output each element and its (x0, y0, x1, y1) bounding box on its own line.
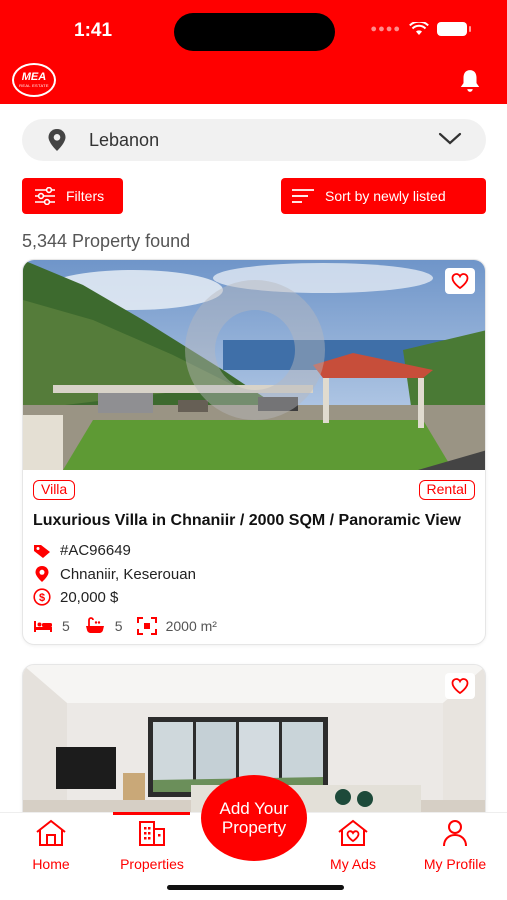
logo-text: MEA (21, 71, 47, 83)
nav-my-profile[interactable]: My Profile (410, 819, 500, 872)
nav-my-profile-label: My Profile (423, 856, 487, 872)
sliders-icon (35, 187, 55, 205)
deal-type-badge: Rental (418, 480, 475, 500)
property-price: $ 20,000 $ (33, 588, 118, 606)
app-header: 1:41 ●●●● MEA REAL ESTATE (0, 0, 507, 104)
fab-line-2: Property (221, 818, 287, 837)
status-time: 1:41 (74, 20, 113, 41)
location-label: Lebanon (89, 129, 160, 150)
nav-properties-label: Properties (120, 856, 184, 872)
bathrooms-value: 5 (114, 618, 123, 634)
location-select[interactable]: Lebanon (22, 119, 486, 161)
mea-logo[interactable]: MEA REAL ESTATE (12, 63, 56, 97)
nav-my-ads[interactable]: My Ads (308, 819, 398, 872)
property-card[interactable]: Villa Rental Luxurious Villa in Chnaniir… (22, 259, 486, 645)
bed-icon (34, 621, 52, 632)
property-location: Chnaniir, Keserouan (33, 565, 196, 583)
add-property-button[interactable]: Add Your Property (201, 775, 307, 861)
sort-label: Sort by newly listed (325, 188, 446, 204)
results-count: 5,344 Property found (22, 231, 191, 251)
signal-icon: ●●●● (370, 23, 401, 35)
heart-icon (451, 273, 469, 289)
location-value: Chnaniir, Keserouan (60, 565, 196, 583)
bathtub-icon (85, 617, 104, 633)
nav-home-label: Home (32, 856, 70, 872)
dollar-icon: $ (33, 588, 51, 606)
dynamic-island (174, 13, 335, 51)
active-tab-indicator (113, 812, 190, 815)
area-icon (136, 617, 157, 635)
sort-icon (292, 189, 314, 203)
sort-button[interactable]: Sort by newly listed (281, 178, 486, 214)
location-pin-icon (35, 566, 49, 582)
property-specs: 5 5 2000 m² (33, 617, 231, 635)
property-reference: #AC96649 (33, 542, 131, 559)
buildings-icon (139, 821, 165, 846)
property-title: Luxurious Villa in Chnaniir / 2000 SQM /… (33, 512, 461, 529)
tag-icon (34, 544, 50, 558)
nav-my-ads-label: My Ads (330, 856, 376, 872)
status-icons: ●●●● (370, 22, 471, 36)
favorite-button[interactable] (445, 268, 475, 294)
map-pin-icon (48, 129, 66, 151)
nav-home[interactable]: Home (6, 819, 96, 872)
nav-properties[interactable]: Properties (107, 819, 197, 872)
favorite-button[interactable] (445, 673, 475, 699)
heart-icon (451, 678, 469, 694)
wifi-icon (409, 22, 429, 35)
filters-label: Filters (66, 188, 105, 204)
home-indicator (167, 885, 344, 890)
reference-value: #AC96649 (60, 542, 131, 559)
chevron-down-icon (438, 132, 462, 145)
bell-icon[interactable] (457, 68, 483, 94)
home-icon (36, 819, 66, 846)
logo-subtext: REAL ESTATE (19, 83, 49, 88)
fab-line-1: Add Your (219, 799, 289, 818)
svg-text:$: $ (39, 592, 45, 604)
property-photo[interactable] (23, 260, 486, 470)
user-icon (443, 820, 467, 847)
heart-house-icon (338, 819, 368, 846)
price-value: 20,000 $ (60, 588, 119, 606)
filters-button[interactable]: Filters (22, 178, 123, 214)
area-value: 2000 m² (165, 618, 217, 634)
bedrooms-value: 5 (62, 618, 70, 634)
battery-icon (437, 22, 471, 36)
property-type-badge: Villa (33, 480, 76, 500)
